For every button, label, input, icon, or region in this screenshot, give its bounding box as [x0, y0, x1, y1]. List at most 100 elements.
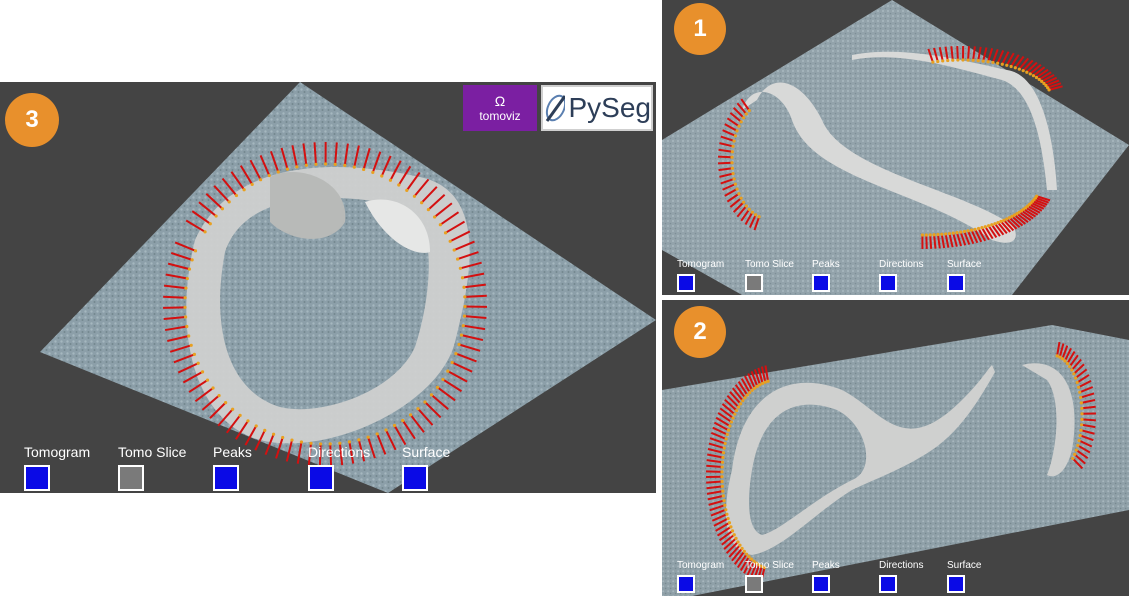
peak-point	[454, 352, 458, 356]
peak-point	[947, 231, 952, 236]
peak-point	[726, 428, 731, 432]
peak-point	[729, 525, 733, 529]
peak-point	[993, 222, 997, 226]
toggle-tomo-slice[interactable]: Tomo Slice	[745, 259, 794, 292]
toggle-checkbox[interactable]	[947, 575, 965, 593]
toggle-checkbox[interactable]	[402, 465, 428, 491]
peak-point	[976, 226, 981, 231]
peak-point	[744, 112, 748, 116]
viewport-panel-2[interactable]: 2 Tomogram Tomo Slice Peaks Directions S…	[662, 300, 1129, 596]
direction-arrow	[464, 294, 487, 298]
toggle-peaks[interactable]: Peaks	[812, 560, 840, 593]
toggle-checkbox[interactable]	[308, 465, 334, 491]
toggle-tomogram[interactable]: Tomogram	[677, 560, 724, 593]
toggle-checkbox[interactable]	[677, 575, 695, 593]
toggle-surface[interactable]: Surface	[947, 259, 981, 292]
toggle-checkbox[interactable]	[879, 575, 897, 593]
peak-point	[189, 343, 193, 347]
tomogram-scene[interactable]	[662, 300, 1129, 596]
peak-point	[757, 215, 761, 219]
peak-point	[729, 420, 733, 424]
toggle-checkbox[interactable]	[812, 274, 830, 292]
toggle-checkbox[interactable]	[118, 465, 144, 491]
toggle-checkbox[interactable]	[812, 575, 830, 593]
peak-point	[452, 248, 456, 252]
toggle-checkbox[interactable]	[745, 575, 763, 593]
peak-point	[250, 182, 254, 187]
toggle-tomogram[interactable]: Tomogram	[24, 444, 90, 491]
peak-point	[1017, 67, 1021, 71]
toggle-tomogram[interactable]: Tomogram	[677, 259, 724, 292]
peak-point	[187, 267, 192, 271]
peak-point	[745, 393, 749, 397]
toggle-surface[interactable]: Surface	[947, 560, 981, 593]
toggle-peaks[interactable]: Peaks	[213, 444, 252, 491]
peak-point	[314, 162, 318, 166]
peak-point	[747, 555, 751, 559]
peak-point	[423, 400, 427, 404]
toggle-checkbox[interactable]	[677, 274, 695, 292]
toggle-checkbox[interactable]	[24, 465, 50, 491]
toggle-surface[interactable]: Surface	[402, 444, 450, 491]
peak-point	[733, 412, 737, 416]
viewport-panel-3[interactable]: 3 Ω tomoviz PySeg Tomogram Tomo Slice Pe…	[0, 82, 656, 493]
peak-point	[405, 188, 409, 192]
peak-point	[733, 182, 737, 186]
peak-point	[463, 295, 467, 299]
peak-point	[956, 58, 960, 62]
toggle-directions[interactable]: Directions	[308, 444, 370, 491]
peak-point	[388, 178, 393, 182]
peak-point	[1072, 372, 1076, 376]
peak-point	[408, 413, 413, 417]
peak-point	[281, 435, 285, 440]
peak-point	[928, 233, 932, 237]
toggle-checkbox[interactable]	[745, 274, 763, 292]
peak-point	[726, 516, 730, 521]
peak-point	[461, 324, 465, 328]
peak-point	[200, 370, 205, 374]
peak-point	[246, 419, 250, 423]
peak-point	[1080, 417, 1084, 421]
viewport-panel-1[interactable]: 1 Tomogram Tomo Slice Peaks Directions S…	[662, 0, 1129, 295]
toggle-checkbox[interactable]	[879, 274, 897, 292]
peak-point	[267, 173, 271, 178]
peak-point	[951, 231, 955, 235]
peak-point	[966, 229, 970, 233]
peak-point	[1025, 70, 1029, 74]
peak-point	[1075, 380, 1079, 385]
toggle-tomo-slice[interactable]: Tomo Slice	[745, 560, 794, 593]
peak-point	[1058, 355, 1062, 359]
pyseg-logo: PySeg	[541, 85, 653, 131]
tomogram-scene[interactable]	[662, 0, 1129, 295]
peak-point	[254, 424, 258, 428]
peak-point	[380, 174, 384, 178]
panel-number-badge: 2	[674, 306, 726, 358]
peak-point	[1074, 448, 1078, 452]
peak-point	[744, 204, 748, 208]
toggle-checkbox[interactable]	[947, 274, 965, 292]
toggle-directions[interactable]: Directions	[879, 259, 923, 292]
peak-point	[1079, 401, 1083, 405]
tomogram-scene[interactable]	[0, 82, 656, 493]
peak-point	[955, 231, 959, 235]
peak-point	[720, 460, 725, 464]
peak-point	[720, 470, 724, 474]
toggle-checkbox[interactable]	[213, 465, 239, 491]
peak-point	[944, 232, 948, 236]
peak-point	[722, 498, 726, 503]
peak-point	[734, 536, 738, 541]
toggle-tomo-slice[interactable]: Tomo Slice	[118, 444, 186, 491]
toggle-label: Tomo Slice	[118, 444, 187, 460]
peak-point	[1028, 72, 1032, 76]
peak-point	[1079, 423, 1084, 427]
peak-point	[242, 188, 246, 192]
peak-point	[231, 407, 235, 411]
peak-point	[735, 187, 739, 191]
toggle-peaks[interactable]: Peaks	[812, 259, 840, 292]
peak-point	[1031, 74, 1036, 78]
peak-point	[725, 432, 729, 437]
peak-point	[1060, 357, 1065, 361]
peak-point	[931, 60, 935, 64]
toggle-directions[interactable]: Directions	[879, 560, 923, 593]
peak-point	[754, 213, 758, 217]
